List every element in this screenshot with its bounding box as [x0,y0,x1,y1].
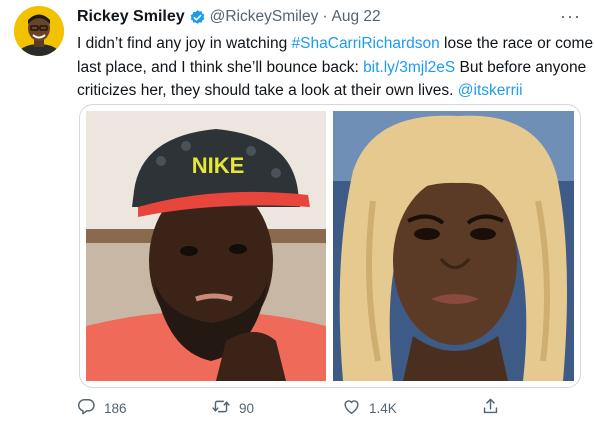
author-handle[interactable]: @RickeySmiley [210,8,319,26]
reply-button[interactable]: 186 [77,397,127,419]
share-button[interactable] [481,397,508,419]
header-separator: · [322,8,328,25]
text-segment: lose the race or come [439,35,594,52]
verified-badge-icon [189,9,206,26]
media-photo-left[interactable]: NIKE [86,111,326,381]
tweet-header: Rickey Smiley @RickeySmiley · Aug 22 [77,7,381,27]
tweet-actions: 186 90 1.4K [77,397,587,421]
reply-icon [77,397,104,419]
retweet-count: 90 [239,400,255,416]
text-segment: last place, and I think she’ll bounce ba… [77,58,364,76]
text-segment: But before anyone [455,58,587,76]
url-link[interactable]: bit.ly/3mjl2eS [363,59,455,76]
cap-logo-text: NIKE [192,153,245,178]
media-photo-right[interactable] [333,111,574,381]
author-name[interactable]: Rickey Smiley [77,8,185,26]
hashtag-link[interactable]: #ShaCarriRichardson [292,35,440,52]
retweet-button[interactable]: 90 [211,397,254,419]
author-avatar[interactable] [14,6,64,56]
tweet-text: I didn’t find any joy in watching #ShaCa… [77,32,593,103]
tweet-text-line-2: last place, and I think she’ll bounce ba… [77,56,586,80]
tweet-text-line-3: criticizes her, they should take a look … [77,79,582,103]
more-options-icon[interactable]: ··· [560,6,581,27]
tweet-media: NIKE [79,104,581,388]
share-icon [481,397,508,419]
tweet-date[interactable]: Aug 22 [332,8,381,26]
mention-link[interactable]: @itskerrii [458,82,523,99]
like-button[interactable]: 1.4K [342,397,397,419]
heart-icon [342,397,369,419]
text-segment: criticizes her, they should take a look … [77,82,458,99]
like-count: 1.4K [369,400,397,416]
retweet-icon [211,397,239,419]
reply-count: 186 [104,400,127,416]
tweet-text-line-1: I didn’t find any joy in watching #ShaCa… [77,32,593,56]
text-segment: I didn’t find any joy in watching [77,35,292,52]
